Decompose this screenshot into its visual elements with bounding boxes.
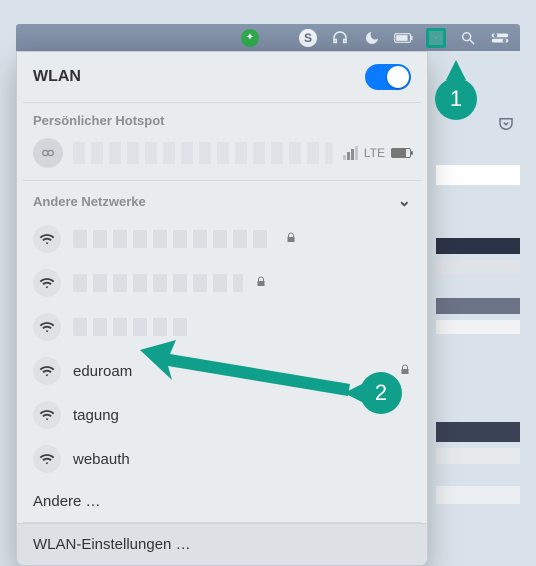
network-name-blurred	[73, 230, 273, 248]
network-name-blurred	[73, 274, 243, 292]
annotation-callout-2: 2	[360, 372, 402, 414]
wifi-title: WLAN	[33, 68, 81, 86]
network-item[interactable]	[17, 305, 427, 349]
wifi-icon	[33, 445, 61, 473]
wifi-icon	[33, 225, 61, 253]
hotspot-name-blurred	[73, 142, 333, 164]
annotation-callout-1: 1	[435, 78, 477, 120]
spotlight-icon[interactable]	[458, 28, 478, 48]
network-item-webauth[interactable]: webauth	[17, 437, 427, 481]
control-center-icon[interactable]	[490, 28, 510, 48]
wifi-icon	[33, 313, 61, 341]
other-networks-label[interactable]: Andere Netzwerke ⌄	[17, 181, 427, 217]
skype-icon[interactable]: S	[298, 28, 318, 48]
hotspot-tech-label: LTE	[364, 146, 385, 160]
hotspot-battery-icon	[391, 148, 411, 158]
wifi-menu-icon[interactable]	[426, 28, 446, 48]
signal-bars-icon	[343, 146, 358, 160]
wifi-header-row: WLAN	[17, 52, 427, 102]
wifi-settings-link[interactable]: WLAN-Einstellungen …	[17, 523, 427, 565]
network-name: tagung	[73, 407, 411, 424]
wifi-icon	[33, 401, 61, 429]
network-list: eduroam tagung webauth	[17, 217, 427, 481]
chevron-down-icon: ⌄	[398, 191, 411, 211]
hotspot-icon	[33, 138, 63, 168]
lock-icon	[399, 363, 411, 380]
menu-extra-green[interactable]: ✦	[240, 28, 260, 48]
do-not-disturb-icon[interactable]	[362, 28, 382, 48]
lock-icon	[285, 231, 297, 248]
personal-hotspot-label: Persönlicher Hotspot	[17, 103, 427, 134]
wifi-panel: WLAN Persönlicher Hotspot LTE Andere Net…	[16, 51, 428, 566]
other-network-link[interactable]: Andere …	[17, 481, 427, 522]
pocket-icon[interactable]	[497, 115, 515, 133]
hotspot-item[interactable]: LTE	[17, 134, 427, 180]
lock-icon	[255, 275, 267, 292]
wifi-toggle[interactable]	[365, 64, 411, 90]
network-item[interactable]	[17, 217, 427, 261]
battery-icon[interactable]	[394, 28, 414, 48]
wifi-icon	[33, 269, 61, 297]
wifi-icon	[33, 357, 61, 385]
network-name: webauth	[73, 451, 411, 468]
headphones-icon[interactable]	[330, 28, 350, 48]
network-name-blurred	[73, 318, 193, 336]
menubar: ✦ S	[16, 24, 520, 51]
network-name: eduroam	[73, 363, 387, 380]
network-item[interactable]	[17, 261, 427, 305]
